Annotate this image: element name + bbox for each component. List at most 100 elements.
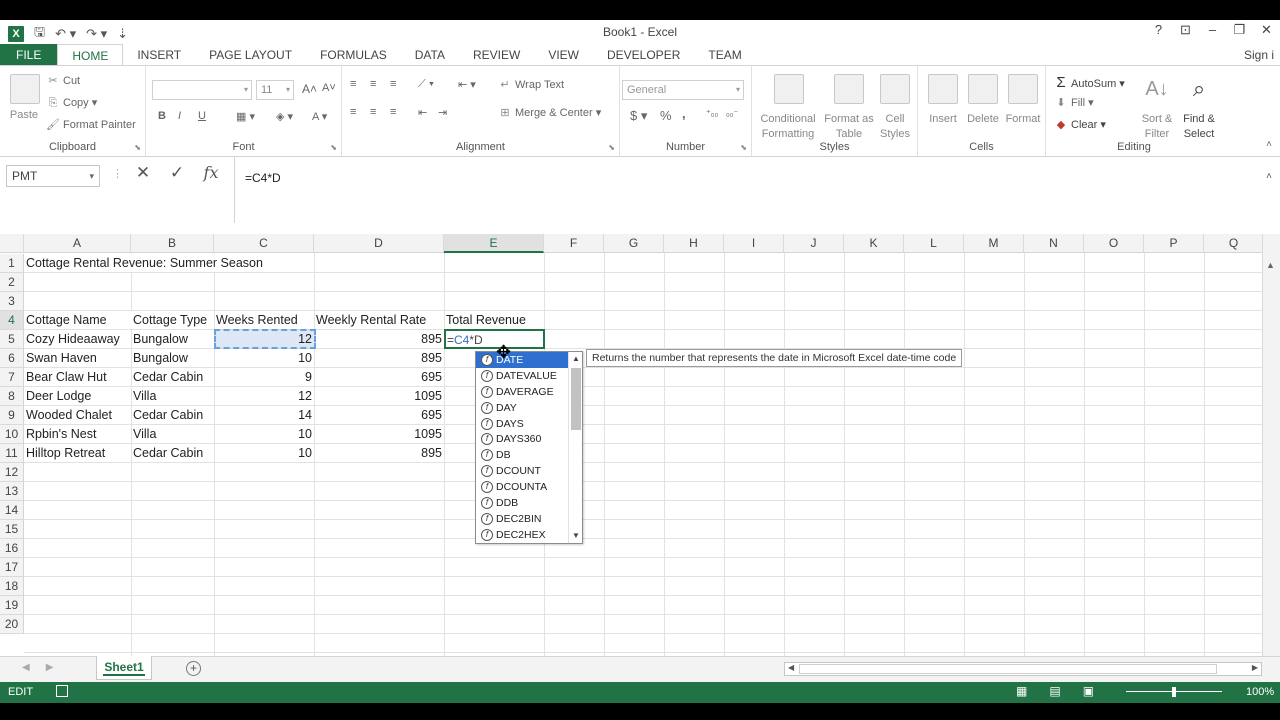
cell-cottage-type[interactable]: Bungalow: [131, 349, 190, 367]
increase-decimal-icon[interactable]: ⁺₀₀: [706, 108, 718, 119]
sheet-tab-sheet1[interactable]: Sheet1: [96, 656, 152, 680]
header-cell-weeks-rented[interactable]: Weeks Rented: [214, 311, 314, 329]
cell-weeks-rented[interactable]: 10: [214, 425, 314, 443]
zoom-knob[interactable]: [1172, 687, 1176, 697]
column-header-f[interactable]: F: [544, 234, 604, 253]
cell-cottage-name[interactable]: Wooded Chalet: [24, 406, 114, 424]
column-header-h[interactable]: H: [664, 234, 724, 253]
bold-button[interactable]: B: [158, 110, 166, 122]
column-header-g[interactable]: G: [604, 234, 664, 253]
column-header-i[interactable]: I: [724, 234, 784, 253]
scroll-left-icon[interactable]: ◀: [788, 663, 794, 672]
sign-in-link[interactable]: Sign i: [1244, 48, 1274, 62]
name-box[interactable]: PMT ▾: [6, 165, 100, 187]
header-cell-cottage-type[interactable]: Cottage Type: [131, 311, 214, 329]
borders-icon[interactable]: ▦ ▾: [236, 110, 255, 123]
active-cell-e4[interactable]: =C4*D: [444, 329, 545, 349]
tab-file[interactable]: FILE: [0, 44, 58, 66]
conditional-formatting-button[interactable]: Conditional Formatting: [752, 112, 824, 142]
restore-button[interactable]: ❐: [1226, 22, 1253, 38]
column-header-j[interactable]: J: [784, 234, 844, 253]
cell-cottage-type[interactable]: Cedar Cabin: [131, 444, 205, 462]
insert-cells-button[interactable]: Insert: [922, 112, 964, 127]
autocomplete-item[interactable]: f DB: [476, 447, 568, 463]
dialog-launcher-icon[interactable]: ⬊: [330, 143, 337, 152]
align-right-icon[interactable]: ≡: [390, 106, 396, 118]
cell-weekly-rate[interactable]: 695: [314, 368, 444, 386]
header-cell-total-revenue[interactable]: Total Revenue: [444, 311, 544, 329]
function-autocomplete-list[interactable]: f DATE f DATEVALUE f DAVERAGE f DAY f DAYS fD…: [475, 351, 583, 544]
align-top-icon[interactable]: ≡: [350, 78, 356, 90]
page-layout-view-icon[interactable]: ▤: [1049, 684, 1060, 698]
scroll-up-icon[interactable]: ▲: [569, 352, 583, 366]
align-left-icon[interactable]: ≡: [350, 106, 356, 118]
cell-weekly-rate[interactable]: 895: [314, 349, 444, 367]
zoom-slider[interactable]: [1126, 686, 1222, 698]
row-header[interactable]: 16: [0, 539, 24, 558]
copy-button[interactable]: ⎘ Copy ▾: [46, 96, 98, 110]
decrease-decimal-icon[interactable]: ₀₀⁻: [726, 108, 738, 119]
clear-button[interactable]: ◆ Clear ▾: [1054, 118, 1106, 131]
align-middle-icon[interactable]: ≡: [370, 78, 376, 90]
cell-weekly-rate[interactable]: 895: [314, 330, 444, 348]
column-header-c[interactable]: C: [214, 234, 314, 253]
cell-weeks-rented[interactable]: 14: [214, 406, 314, 424]
tab-home[interactable]: HOME: [57, 44, 124, 66]
font-size-combo[interactable]: 11 ▾: [256, 80, 294, 100]
collapse-ribbon-icon[interactable]: ˄: [1266, 139, 1272, 150]
row-header[interactable]: 1: [0, 254, 24, 273]
autocomplete-item[interactable]: f DATE: [476, 352, 568, 368]
row-header[interactable]: 18: [0, 577, 24, 596]
conditional-formatting-icon[interactable]: [774, 74, 804, 104]
formula-bar-grip-icon[interactable]: ⋮: [112, 167, 123, 180]
cell-cottage-name[interactable]: Swan Haven: [24, 349, 99, 367]
decrease-indent-icon[interactable]: ⇤: [418, 106, 427, 119]
scroll-down-icon[interactable]: ▼: [569, 529, 583, 543]
expand-formula-bar-icon[interactable]: ˄: [1266, 171, 1272, 182]
minimize-button[interactable]: –: [1199, 22, 1226, 38]
orientation-icon[interactable]: ⟋ ▾: [418, 78, 434, 91]
sheet-title-cell[interactable]: Cottage Rental Revenue: Summer Season: [24, 254, 265, 272]
autocomplete-item[interactable]: f DEC2HEX: [476, 527, 568, 543]
normal-view-icon[interactable]: ▦: [1016, 684, 1027, 698]
rtl-icon[interactable]: ⇤ ▾: [458, 78, 476, 91]
currency-button[interactable]: $ ▾: [630, 108, 647, 124]
delete-cells-icon[interactable]: [968, 74, 998, 104]
close-button[interactable]: ✕: [1253, 22, 1280, 38]
scroll-thumb[interactable]: [571, 368, 581, 430]
cell-weeks-rented[interactable]: 9: [214, 368, 314, 386]
cell-cottage-type[interactable]: Villa: [131, 387, 158, 405]
delete-cells-button[interactable]: Delete: [962, 112, 1004, 127]
horizontal-scrollbar[interactable]: ◀ ▶: [784, 662, 1262, 676]
autocomplete-item[interactable]: f DATEVALUE: [476, 368, 568, 384]
scroll-thumb[interactable]: [799, 664, 1217, 674]
cell-weekly-rate[interactable]: 895: [314, 444, 444, 462]
autocomplete-item[interactable]: f DDB: [476, 495, 568, 511]
vertical-scrollbar[interactable]: ▲ ▼: [1262, 234, 1280, 676]
cell-cottage-type[interactable]: Bungalow: [131, 330, 190, 348]
format-cells-icon[interactable]: [1008, 74, 1038, 104]
cell-cottage-name[interactable]: Deer Lodge: [24, 387, 93, 405]
column-header-k[interactable]: K: [844, 234, 904, 253]
help-button[interactable]: ?: [1145, 22, 1172, 38]
insert-function-button[interactable]: fx: [198, 163, 224, 183]
row-header[interactable]: 5: [0, 330, 24, 349]
shrink-font-button[interactable]: A˅: [322, 82, 336, 94]
underline-button[interactable]: U: [198, 110, 206, 122]
autocomplete-item[interactable]: f DAYS360: [476, 431, 568, 447]
paste-button[interactable]: Paste: [4, 108, 44, 123]
cut-button[interactable]: ✂ Cut: [46, 74, 80, 87]
tab-view[interactable]: VIEW: [534, 44, 593, 66]
row-header[interactable]: 14: [0, 501, 24, 520]
row-header[interactable]: 12: [0, 463, 24, 482]
formula-input[interactable]: =C4*D: [234, 157, 1280, 223]
percent-button[interactable]: %: [660, 108, 672, 123]
tab-review[interactable]: REVIEW: [459, 44, 534, 66]
row-header[interactable]: 20: [0, 615, 24, 634]
font-name-combo[interactable]: ▾: [152, 80, 252, 100]
fill-color-icon[interactable]: ◈ ▾: [276, 110, 293, 123]
cell-cottage-name[interactable]: Cozy Hideaaway: [24, 330, 122, 348]
binoculars-icon[interactable]: ⌕: [1184, 74, 1214, 104]
find-select-button[interactable]: Find & Select: [1176, 112, 1222, 142]
next-sheet-icon[interactable]: ▶: [46, 662, 54, 673]
